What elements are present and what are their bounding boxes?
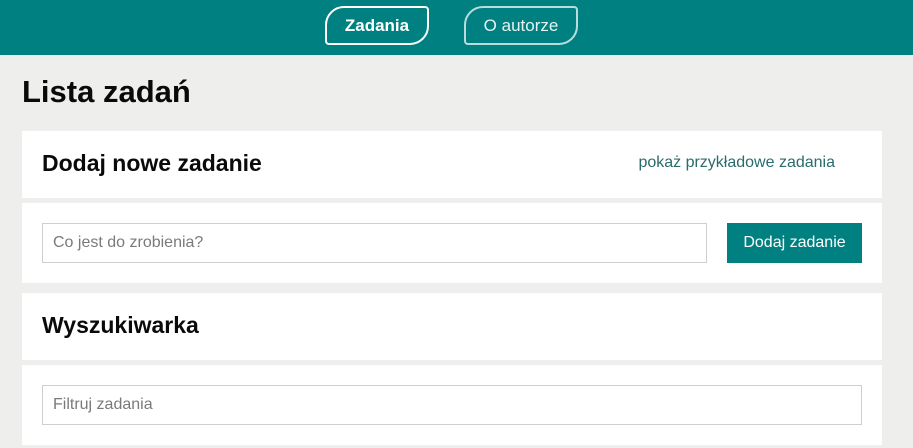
- page-title: Lista zadań: [22, 74, 191, 109]
- add-task-form: Dodaj zadanie: [22, 203, 882, 283]
- tab-zadania[interactable]: Zadania: [325, 6, 429, 45]
- search-form: [22, 365, 882, 445]
- add-task-title: Dodaj nowe zadanie: [42, 150, 262, 176]
- show-example-tasks-link[interactable]: pokaż przykładowe zadania: [638, 154, 835, 172]
- new-task-input[interactable]: [42, 223, 707, 263]
- search-title: Wyszukiwarka: [42, 312, 199, 338]
- filter-tasks-input[interactable]: [42, 385, 862, 425]
- top-navigation-bar: Zadania O autorze: [0, 0, 913, 55]
- search-header: Wyszukiwarka: [22, 293, 882, 360]
- add-task-button[interactable]: Dodaj zadanie: [727, 223, 862, 263]
- add-task-header: Dodaj nowe zadanie pokaż przykładowe zad…: [22, 131, 882, 198]
- tab-o-autorze[interactable]: O autorze: [464, 6, 578, 45]
